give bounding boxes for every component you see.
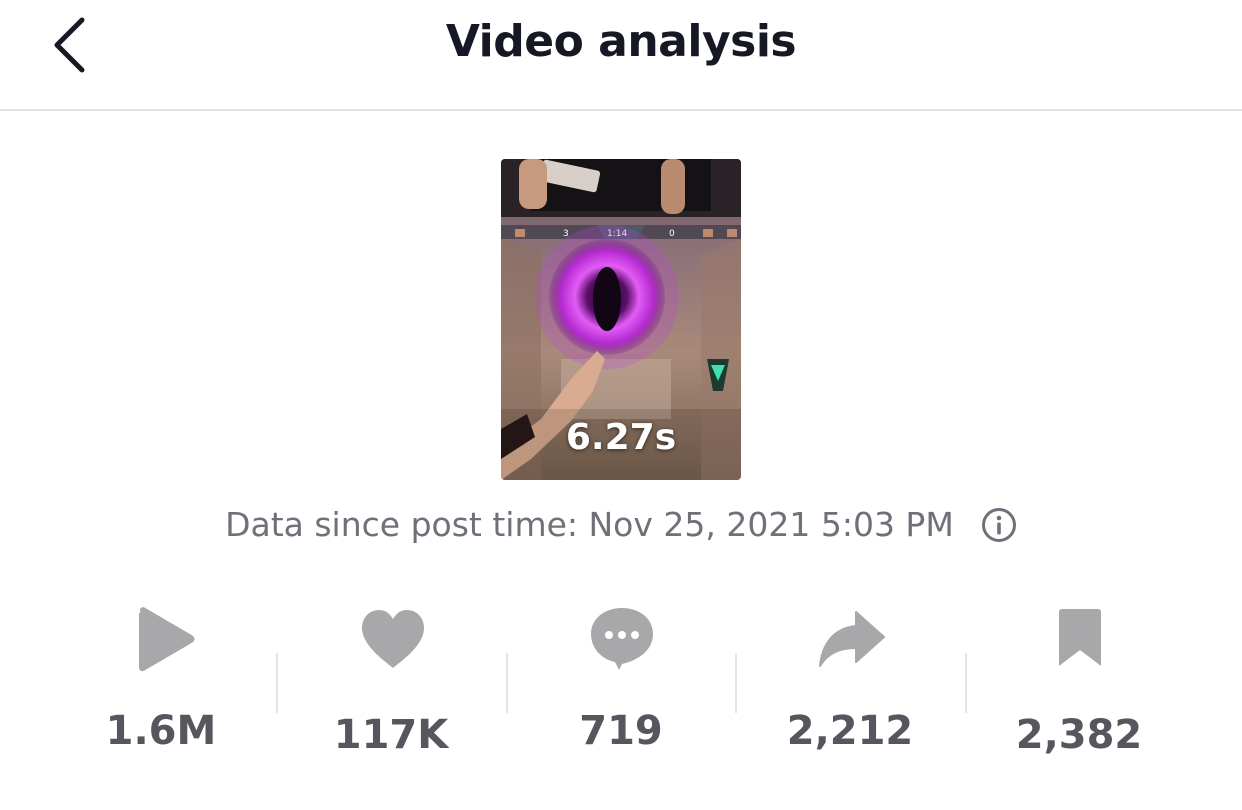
data-since-row: Data since post time: Nov 25, 2021 5:03 … bbox=[0, 505, 1242, 544]
play-icon bbox=[129, 604, 199, 674]
thumbnail-right-score: 0 bbox=[669, 229, 675, 239]
info-icon[interactable] bbox=[981, 507, 1017, 543]
video-thumbnail[interactable]: 3 1:14 0 6.27s bbox=[501, 159, 741, 480]
page-title: Video analysis bbox=[445, 16, 797, 67]
stat-divider bbox=[965, 653, 967, 713]
video-duration: 6.27s bbox=[565, 417, 677, 458]
stat-divider bbox=[506, 653, 508, 713]
stat-divider bbox=[735, 653, 737, 713]
stat-divider bbox=[276, 653, 278, 713]
heart-icon bbox=[358, 604, 428, 674]
share-icon bbox=[816, 604, 886, 674]
comment-icon bbox=[587, 604, 657, 674]
shares-count: 2,212 bbox=[786, 708, 914, 754]
likes-count: 117K bbox=[333, 712, 449, 758]
saves-count: 2,382 bbox=[1015, 712, 1143, 758]
bookmark-icon bbox=[1045, 604, 1115, 674]
data-since-text: Data since post time: Nov 25, 2021 5:03 … bbox=[225, 505, 954, 544]
header-bar: Video analysis bbox=[0, 0, 1242, 111]
views-count: 1.6M bbox=[105, 708, 217, 754]
comments-count: 719 bbox=[579, 708, 663, 754]
